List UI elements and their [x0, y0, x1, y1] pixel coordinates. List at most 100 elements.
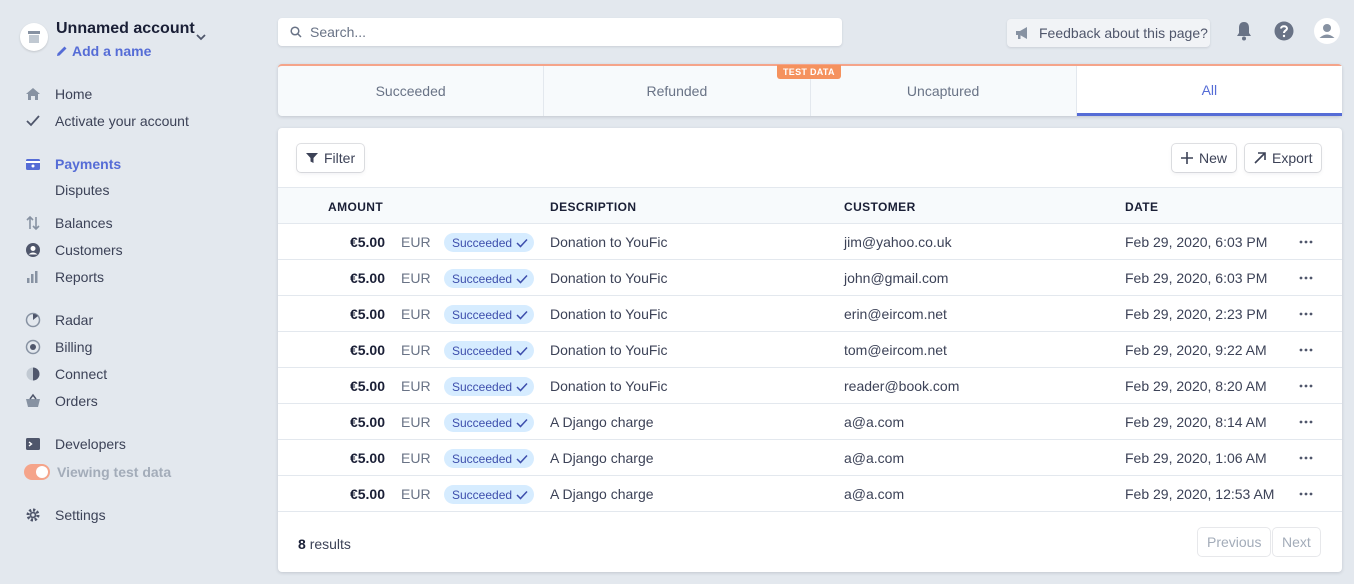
- table-row[interactable]: €5.00 EUR Succeeded Donation to YouFic erin@…: [278, 296, 1342, 332]
- sidebar-item-orders[interactable]: Orders: [24, 390, 98, 412]
- gear-icon: [24, 506, 42, 524]
- sidebar-item-payments[interactable]: Payments: [24, 153, 121, 175]
- feedback-button[interactable]: Feedback about this page?: [1007, 19, 1210, 47]
- more-options-icon[interactable]: [1298, 234, 1314, 250]
- test-data-toggle[interactable]: Viewing test data: [24, 461, 171, 483]
- checkmark-icon: [516, 274, 528, 284]
- table-row[interactable]: €5.00 EUR Succeeded A Django charge a@a.com F…: [278, 440, 1342, 476]
- account-name: Unnamed account: [56, 20, 195, 37]
- customer-cell: jim@yahoo.co.uk: [844, 234, 952, 250]
- new-button[interactable]: New: [1172, 144, 1237, 172]
- status-label: Succeeded: [452, 307, 513, 322]
- new-label: New: [1199, 150, 1228, 166]
- status-label: Succeeded: [452, 235, 513, 250]
- more-options-icon[interactable]: [1298, 378, 1314, 394]
- user-avatar-icon[interactable]: [1314, 18, 1340, 44]
- sidebar-item-activate[interactable]: Activate your account: [24, 110, 189, 132]
- table-row[interactable]: €5.00 EUR Succeeded Donation to YouFic jim@y…: [278, 224, 1342, 260]
- sidebar-item-home[interactable]: Home: [24, 83, 92, 105]
- sidebar-item-label: Radar: [55, 312, 94, 328]
- sidebar-item-label: Activate your account: [55, 113, 189, 129]
- tab-all[interactable]: All: [1076, 66, 1342, 116]
- search-bar[interactable]: [278, 18, 842, 46]
- status-label: Succeeded: [452, 451, 513, 466]
- table-row[interactable]: €5.00 EUR Succeeded Donation to YouFic reade…: [278, 368, 1342, 404]
- table-row[interactable]: €5.00 EUR Succeeded Donation to YouFic tom@e…: [278, 332, 1342, 368]
- plus-icon: [1181, 152, 1193, 164]
- customer-cell: reader@book.com: [844, 378, 960, 394]
- bar-chart-icon: [24, 268, 42, 286]
- sidebar-item-label: Settings: [55, 507, 106, 523]
- customer-cell: erin@eircom.net: [844, 306, 947, 322]
- sidebar-item-label: Balances: [55, 215, 113, 231]
- more-options-icon[interactable]: [1298, 342, 1314, 358]
- more-options-icon[interactable]: [1298, 270, 1314, 286]
- status-label: Succeeded: [452, 487, 513, 502]
- currency-cell: EUR: [401, 378, 431, 394]
- search-icon: [290, 26, 302, 38]
- table-row[interactable]: €5.00 EUR Succeeded A Django charge a@a.com F…: [278, 404, 1342, 440]
- sidebar-item-billing[interactable]: Billing: [24, 336, 92, 358]
- store-icon: [20, 23, 48, 51]
- toggle-switch[interactable]: [24, 464, 50, 480]
- results-label: results: [309, 536, 351, 552]
- tab-refunded[interactable]: Refunded: [544, 66, 811, 116]
- help-icon[interactable]: [1271, 18, 1297, 44]
- sidebar-item-settings[interactable]: Settings: [24, 504, 106, 526]
- filter-button[interactable]: Filter: [297, 144, 365, 172]
- date-cell: Feb 29, 2020, 8:14 AM: [1125, 414, 1267, 430]
- more-options-icon[interactable]: [1298, 450, 1314, 466]
- tab-uncaptured[interactable]: Uncaptured: [811, 66, 1077, 116]
- add-name-link[interactable]: Add a name: [56, 43, 151, 59]
- column-header-description: DESCRIPTION: [550, 200, 637, 214]
- table-row[interactable]: €5.00 EUR Succeeded Donation to YouFic john@…: [278, 260, 1342, 296]
- export-label: Export: [1272, 150, 1313, 166]
- status-label: Succeeded: [452, 415, 513, 430]
- sidebar-item-label: Disputes: [55, 182, 110, 198]
- billing-icon: [24, 338, 42, 356]
- status-label: Succeeded: [452, 379, 513, 394]
- checkmark-icon: [516, 490, 528, 500]
- description-cell: A Django charge: [550, 486, 654, 502]
- next-page-button[interactable]: Next: [1273, 528, 1320, 556]
- amount-cell: €5.00: [349, 234, 385, 250]
- customer-cell: tom@eircom.net: [844, 342, 947, 358]
- previous-page-button[interactable]: Previous: [1198, 528, 1271, 556]
- sidebar-item-developers[interactable]: Developers: [24, 433, 126, 455]
- description-cell: Donation to YouFic: [550, 306, 668, 322]
- sidebar-item-label: Payments: [55, 156, 122, 172]
- date-cell: Feb 29, 2020, 6:03 PM: [1125, 234, 1268, 250]
- amount-cell: €5.00: [349, 306, 385, 322]
- checkmark-icon: [516, 418, 528, 428]
- chevron-down-icon: [194, 30, 208, 47]
- radar-icon: [24, 311, 42, 329]
- export-button[interactable]: Export: [1245, 144, 1322, 172]
- description-cell: Donation to YouFic: [550, 342, 668, 358]
- notifications-bell-icon[interactable]: [1231, 18, 1257, 44]
- home-icon: [24, 85, 42, 103]
- arrows-updown-icon: [24, 214, 42, 232]
- sidebar-item-customers[interactable]: Customers: [24, 239, 123, 261]
- tab-succeeded[interactable]: Succeeded: [278, 66, 545, 116]
- sidebar-item-disputes[interactable]: Disputes: [55, 179, 109, 201]
- filter-label: Filter: [324, 150, 356, 166]
- sidebar-item-balances[interactable]: Balances: [24, 212, 113, 234]
- more-options-icon[interactable]: [1298, 486, 1314, 502]
- sidebar-item-reports[interactable]: Reports: [24, 266, 104, 288]
- arrow-up-right-icon: [1254, 152, 1266, 164]
- date-cell: Feb 29, 2020, 6:03 PM: [1125, 270, 1268, 286]
- description-cell: Donation to YouFic: [550, 378, 668, 394]
- more-options-icon[interactable]: [1298, 414, 1314, 430]
- sidebar-item-label: Home: [55, 86, 93, 102]
- pencil-icon: [57, 46, 67, 56]
- more-options-icon[interactable]: [1298, 306, 1314, 322]
- account-switcher[interactable]: Unnamed account Add a name: [18, 18, 218, 62]
- table-row[interactable]: €5.00 EUR Succeeded A Django charge a@a.com F…: [278, 476, 1342, 512]
- date-cell: Feb 29, 2020, 8:20 AM: [1125, 378, 1267, 394]
- sidebar-item-connect[interactable]: Connect: [24, 363, 107, 385]
- results-number: 8: [298, 536, 306, 552]
- amount-cell: €5.00: [349, 450, 385, 466]
- sidebar-item-radar[interactable]: Radar: [24, 309, 93, 331]
- customer-cell: john@gmail.com: [844, 270, 949, 286]
- search-input[interactable]: [310, 24, 810, 40]
